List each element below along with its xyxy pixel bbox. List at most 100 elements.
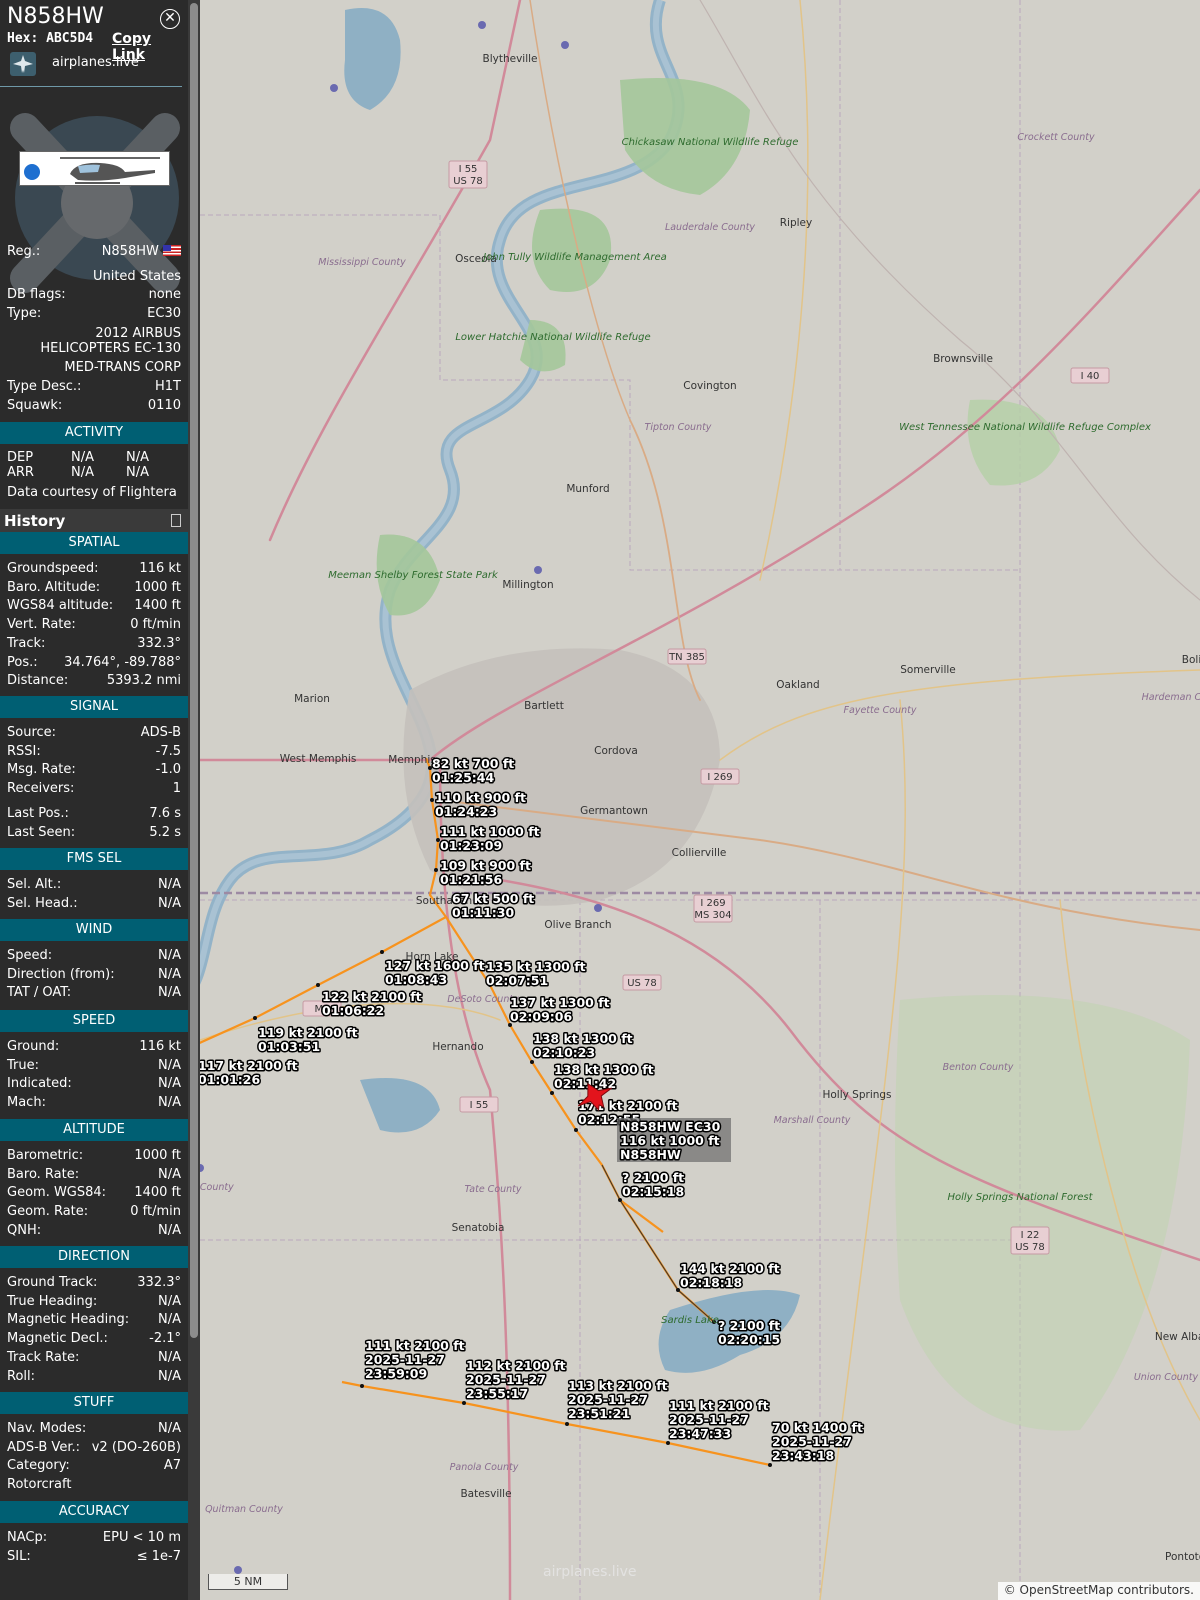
track-label: 23:43:18 bbox=[772, 1448, 834, 1463]
track-label: 111 kt 1000 ft bbox=[440, 824, 540, 839]
signal-row: Last Seen: 5.2 s bbox=[7, 824, 181, 842]
signal-row-value: 1 bbox=[172, 781, 181, 797]
altitude-row-label: Baro. Rate: bbox=[7, 1166, 80, 1182]
wind-row: Speed: N/A bbox=[7, 947, 181, 965]
track-label: 02:10:23 bbox=[533, 1045, 595, 1060]
track-label: 02:09:06 bbox=[510, 1009, 572, 1024]
direction-row-value: 332.3° bbox=[137, 1275, 181, 1290]
highway-shield-label: US 78 bbox=[1015, 1242, 1045, 1253]
altitude-header: ALTITUDE bbox=[0, 1119, 188, 1141]
dep-time-1: N/A bbox=[71, 450, 94, 465]
site-link[interactable]: airplanes.live bbox=[52, 55, 139, 70]
place-label: Pontotoc bbox=[1165, 1551, 1200, 1563]
stuff-header: STUFF bbox=[0, 1392, 188, 1414]
track-label: 144 kt 2100 ft bbox=[680, 1261, 780, 1276]
direction-row-label: True Heading: bbox=[7, 1293, 98, 1309]
track-label: 2025-11-27 bbox=[365, 1352, 445, 1367]
track-point bbox=[462, 1401, 466, 1405]
county-label: Panola County bbox=[450, 1462, 519, 1473]
county-label: Hardeman County bbox=[1142, 692, 1200, 703]
track-label: 127 kt 1600 ft bbox=[385, 958, 485, 973]
spatial-row: Groundspeed: 116 kt bbox=[7, 560, 181, 578]
altitude-row: Geom. WGS84: 1400 ft bbox=[7, 1184, 181, 1202]
type-value: EC30 bbox=[147, 306, 181, 321]
history-toggle-icon[interactable] bbox=[171, 514, 181, 527]
wind-row-value: N/A bbox=[158, 948, 181, 963]
hex-line: Hex: ABC5D4 bbox=[7, 31, 93, 46]
spatial-row-value: 1400 ft bbox=[134, 598, 181, 614]
place-label: Brownsville bbox=[933, 353, 993, 365]
county-label: Fayette County bbox=[844, 705, 917, 716]
altitude-row-value: 1400 ft bbox=[134, 1185, 181, 1201]
wind-row-label: Direction (from): bbox=[7, 966, 115, 982]
track-point bbox=[380, 950, 384, 954]
place-label: Somerville bbox=[900, 664, 956, 676]
county-label: Union County bbox=[1134, 1372, 1199, 1383]
county-label: Crockett County bbox=[1017, 132, 1095, 143]
highway-shield-label: I 269 bbox=[707, 772, 732, 783]
highway-shield-label: I 55 bbox=[459, 164, 478, 175]
signal-row-value: 5.2 s bbox=[149, 824, 181, 840]
dep-time-2: N/A bbox=[126, 450, 149, 465]
osm-link[interactable]: OpenStreetMap bbox=[1020, 1583, 1114, 1597]
map-attribution: © OpenStreetMap contributors. bbox=[997, 1582, 1200, 1600]
track-label: 112 kt 2100 ft bbox=[466, 1358, 566, 1373]
signal-row-label: Source: bbox=[7, 725, 57, 740]
map-canvas[interactable]: BlythevilleOsceolaRipleyCovingtonBrownsv… bbox=[200, 0, 1200, 1600]
map-watermark: airplanes.live bbox=[543, 1564, 637, 1580]
history-label: History bbox=[4, 512, 66, 530]
spatial-row: Pos.: 34.764°, -89.788° bbox=[7, 654, 181, 672]
track-point bbox=[666, 1441, 670, 1445]
aircraft-photo[interactable] bbox=[19, 151, 170, 186]
track-label: 01:08:43 bbox=[385, 972, 447, 987]
stuff-row-label: Category: bbox=[7, 1458, 70, 1474]
sidebar-scrollbar[interactable] bbox=[188, 0, 200, 1600]
data-courtesy: Data courtesy of Flightera bbox=[7, 485, 177, 500]
highway-shield-label: US 78 bbox=[453, 176, 483, 187]
direction-header: DIRECTION bbox=[0, 1246, 188, 1268]
stuff-row-value: A7 bbox=[163, 1458, 181, 1474]
flightera-link[interactable]: Flightera bbox=[119, 485, 177, 500]
track-label: 111 kt 2100 ft bbox=[669, 1398, 769, 1413]
reg-row: Reg.: N858HW bbox=[7, 243, 181, 261]
speed-row: Mach: N/A bbox=[7, 1094, 181, 1112]
county-label: Marshall County bbox=[774, 1115, 851, 1126]
history-toggle[interactable]: History bbox=[0, 509, 188, 533]
county-label: Mississippi County bbox=[318, 257, 406, 268]
stuff-row-label: ADS-B Ver.: bbox=[7, 1439, 80, 1455]
signal-row-label: Last Pos.: bbox=[7, 806, 69, 822]
track-label: 01:06:22 bbox=[322, 1003, 384, 1018]
speed-row-value: N/A bbox=[158, 1095, 181, 1111]
arr-time-1: N/A bbox=[71, 465, 94, 480]
track-label: 70 kt 1400 ft bbox=[772, 1420, 863, 1435]
close-icon[interactable]: ✕ bbox=[160, 9, 180, 29]
direction-row-value: N/A bbox=[158, 1293, 181, 1309]
altitude-row: Barometric: 1000 ft bbox=[7, 1147, 181, 1165]
spatial-row-value: 116 kt bbox=[139, 561, 181, 576]
track-label: 01:24:23 bbox=[435, 804, 497, 819]
us-flag-icon bbox=[163, 245, 181, 256]
typedesc-row: Type Desc.: H1T bbox=[7, 378, 181, 396]
signal-row-label: Msg. Rate: bbox=[7, 762, 76, 778]
accuracy-row: SIL: ≤ 1e-7 bbox=[7, 1548, 181, 1566]
direction-row-value: N/A bbox=[158, 1349, 181, 1365]
scrollbar-thumb[interactable] bbox=[190, 3, 198, 1338]
track-label: 02:07:51 bbox=[486, 973, 548, 988]
track-label: 113 kt 2100 ft bbox=[568, 1378, 668, 1393]
highway-shield-label: I 40 bbox=[1081, 371, 1100, 382]
track-label: 02:20:15 bbox=[718, 1332, 780, 1347]
signal-row-value: -1.0 bbox=[155, 762, 181, 778]
airplanes-live-logo-icon[interactable] bbox=[10, 52, 36, 76]
wind-row-value: N/A bbox=[158, 985, 181, 1001]
spatial-row-label: WGS84 altitude: bbox=[7, 598, 114, 614]
signal-row-label: Receivers: bbox=[7, 781, 75, 797]
track-label: 111 kt 2100 ft bbox=[365, 1338, 465, 1353]
place-label: Senatobia bbox=[452, 1222, 505, 1234]
arr-time-2: N/A bbox=[126, 465, 149, 480]
map-view[interactable]: Blytheville Osceola Ripley Covington Brownsv… bbox=[200, 0, 1200, 1600]
altitude-row: Baro. Rate: N/A bbox=[7, 1166, 181, 1184]
direction-row-value: N/A bbox=[158, 1312, 181, 1328]
park-label: Holly Springs National Forest bbox=[947, 1192, 1093, 1203]
speed-row: Ground: 116 kt bbox=[7, 1038, 181, 1056]
signal-row-value: 7.6 s bbox=[149, 806, 181, 822]
